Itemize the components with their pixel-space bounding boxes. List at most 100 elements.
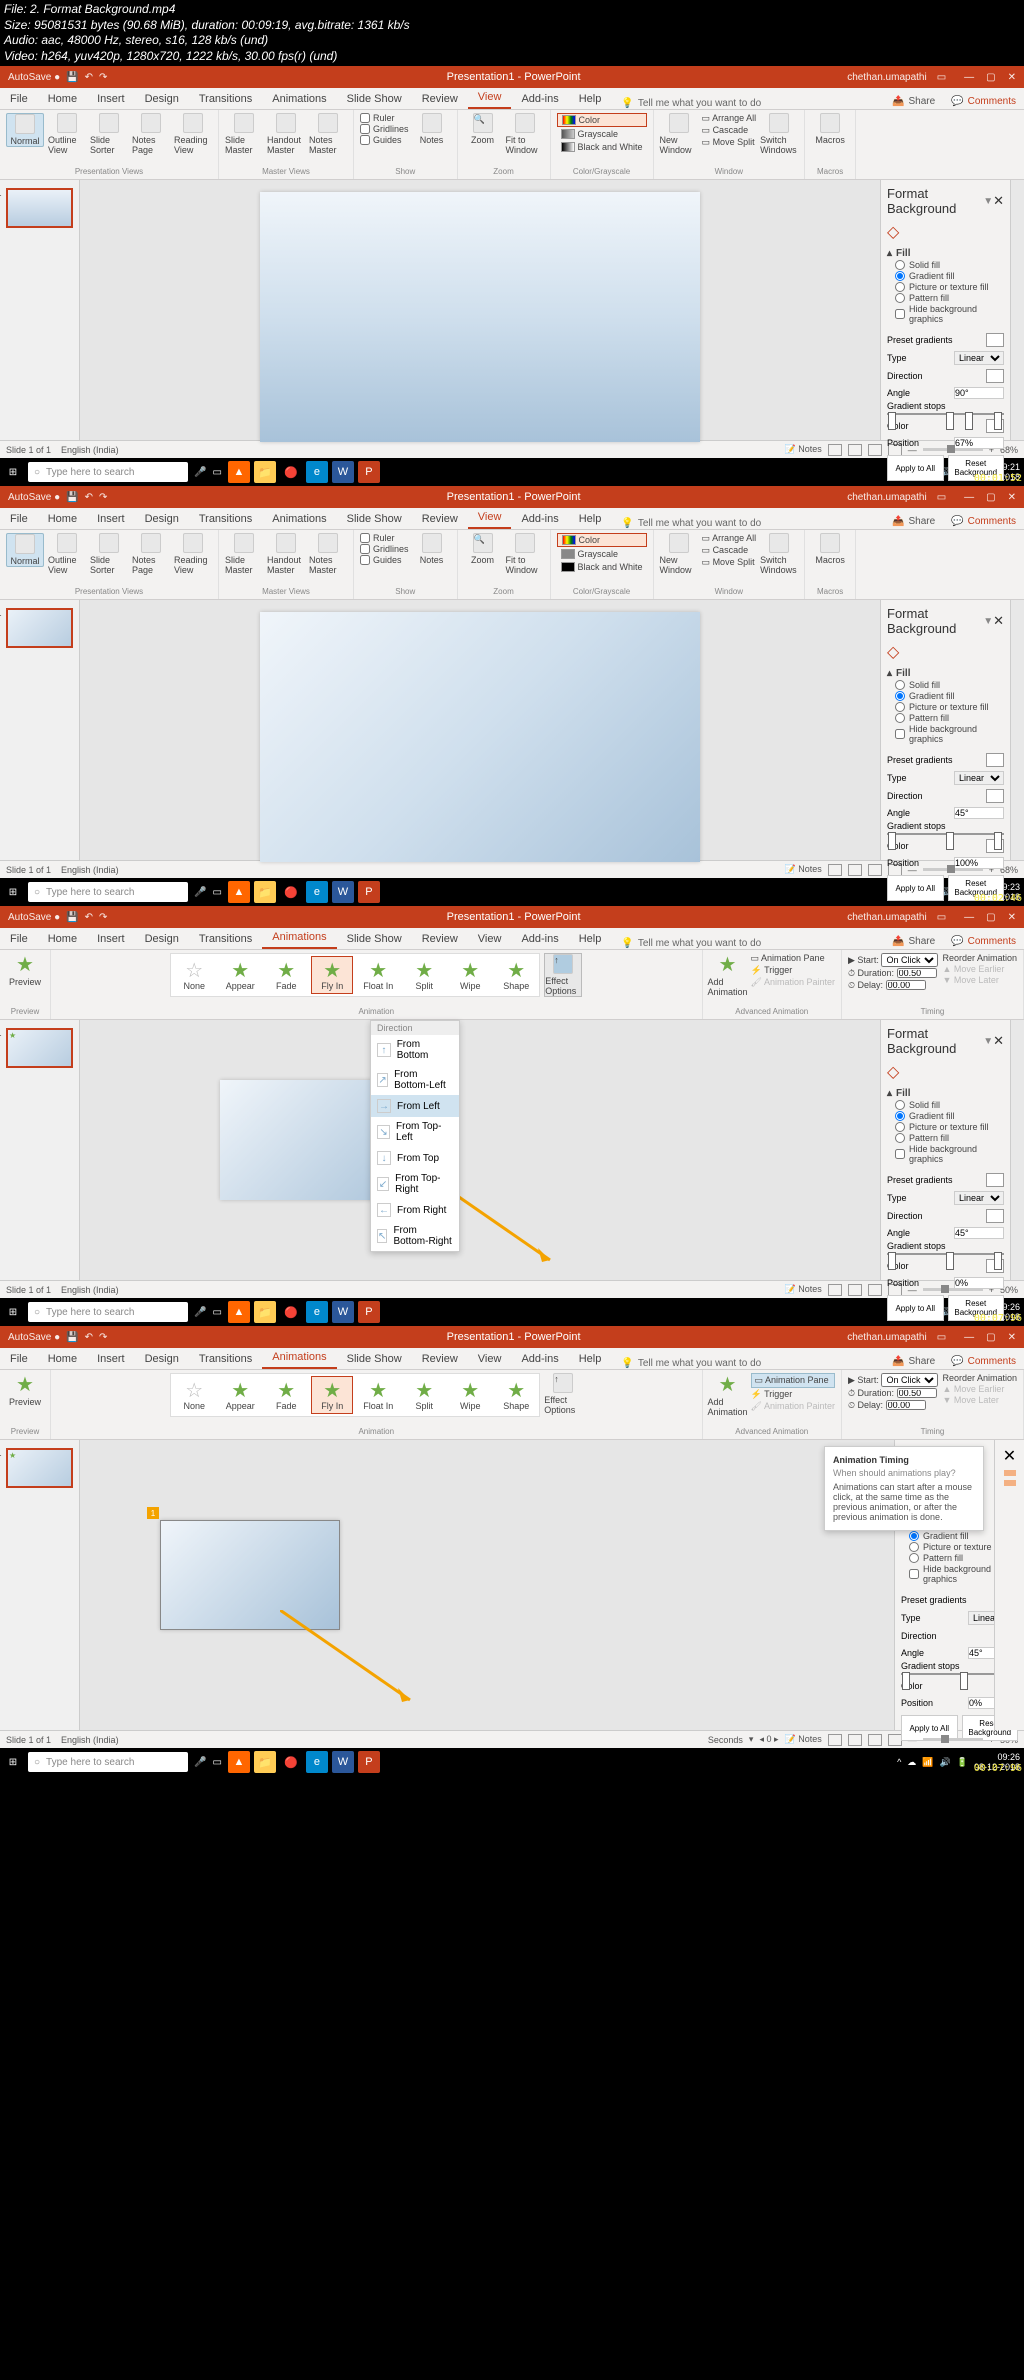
normal-view-icon[interactable]	[828, 1734, 842, 1746]
cortana-icon[interactable]: 🎤	[194, 1757, 206, 1768]
anim-fly-in[interactable]: ★Fly In	[311, 956, 353, 994]
slide-thumbnails-panel[interactable]: 1	[0, 180, 80, 440]
fill-section-header[interactable]: ▴ Fill	[887, 1088, 1004, 1099]
switch-windows-button[interactable]: Switch Windows	[760, 533, 798, 575]
add-animation-button[interactable]: ★Add Animation	[709, 953, 747, 997]
preset-gradients-button[interactable]	[986, 753, 1004, 767]
move-earlier-button[interactable]: ▲ Move Earlier	[942, 964, 1017, 974]
anim-split[interactable]: ★Split	[403, 1377, 445, 1413]
menu-item-from-top[interactable]: ↓From Top	[371, 1147, 459, 1169]
edge-icon[interactable]: e	[306, 1301, 328, 1323]
tab-insert[interactable]: Insert	[87, 509, 135, 529]
notes-button[interactable]: Notes	[413, 533, 451, 565]
edge-icon[interactable]: e	[306, 1751, 328, 1773]
zoom-button[interactable]: 🔍Zoom	[464, 533, 502, 565]
taskbar-search[interactable]: ○ Type here to search	[28, 882, 188, 902]
tab-transitions[interactable]: Transitions	[189, 929, 262, 949]
share-button[interactable]: 📤 Share	[884, 94, 943, 109]
close-button[interactable]: ✕	[1008, 492, 1016, 503]
tab-animations[interactable]: Animations	[262, 927, 336, 949]
tab-home[interactable]: Home	[38, 509, 87, 529]
angle-input[interactable]	[954, 387, 1004, 399]
menu-item-from-bottom-right[interactable]: ↖From Bottom-Right	[371, 1221, 459, 1251]
anim-float-in[interactable]: ★Float In	[357, 1377, 399, 1413]
redo-icon[interactable]: ↷	[99, 492, 107, 503]
zoom-button[interactable]: 🔍Zoom	[464, 113, 502, 145]
cascade-button[interactable]: ▭ Cascade	[702, 125, 757, 136]
animation-pane-button[interactable]: ▭ Animation Pane	[751, 1373, 835, 1388]
redo-icon[interactable]: ↷	[99, 72, 107, 83]
slide-thumbnail-1[interactable]: ★	[6, 1028, 73, 1068]
save-icon[interactable]: 💾	[66, 912, 78, 923]
normal-view-button[interactable]: Normal	[6, 533, 44, 567]
cortana-icon[interactable]: 🎤	[194, 467, 206, 478]
slide-counter[interactable]: Slide 1 of 1	[6, 1285, 51, 1295]
move-later-button[interactable]: ▼ Move Later	[942, 975, 1017, 985]
solid-fill-radio[interactable]: Solid fill	[895, 680, 1004, 690]
move-split-button[interactable]: ▭ Move Split	[702, 137, 757, 148]
picture-fill-radio[interactable]: Picture or texture fill	[895, 1122, 1004, 1132]
pattern-fill-radio[interactable]: Pattern fill	[895, 1133, 1004, 1143]
comments-button[interactable]: 💬 Comments	[943, 514, 1024, 529]
start-button[interactable]: ⊞	[4, 883, 22, 901]
outline-view-button[interactable]: Outline View	[48, 533, 86, 575]
tab-transitions[interactable]: Transitions	[189, 1349, 262, 1369]
direction-button[interactable]	[986, 1209, 1004, 1223]
new-window-button[interactable]: New Window	[660, 113, 698, 155]
trigger-button[interactable]: ⚡ Trigger	[751, 1389, 835, 1400]
normal-view-button[interactable]: Normal	[6, 113, 44, 147]
gradient-fill-radio[interactable]: Gradient fill	[895, 271, 1004, 281]
close-button[interactable]: ✕	[1008, 72, 1016, 83]
chrome-icon[interactable]: 🔴	[280, 1751, 302, 1773]
switch-windows-button[interactable]: Switch Windows	[760, 113, 798, 155]
slide-canvas[interactable]	[80, 180, 880, 440]
hide-graphics-checkbox[interactable]: Hide background graphics	[895, 724, 1004, 744]
tab-file[interactable]: File	[0, 929, 38, 949]
powerpoint-icon[interactable]: P	[358, 461, 380, 483]
notes-toggle[interactable]: 📝 Notes	[784, 444, 821, 455]
macros-button[interactable]: Macros	[811, 113, 849, 145]
tab-view[interactable]: View	[468, 87, 512, 109]
tab-insert[interactable]: Insert	[87, 929, 135, 949]
tab-design[interactable]: Design	[135, 1349, 189, 1369]
fill-section-header[interactable]: ▴ Fill	[887, 248, 1004, 259]
normal-view-icon[interactable]	[828, 444, 842, 456]
color-mode-button[interactable]: Color	[557, 533, 647, 547]
username[interactable]: chethan.umapathi	[847, 72, 927, 83]
hide-graphics-checkbox[interactable]: Hide background graphics	[895, 1144, 1004, 1164]
tab-home[interactable]: Home	[38, 929, 87, 949]
minimize-button[interactable]: —	[964, 1332, 974, 1343]
undo-icon[interactable]: ↶	[85, 912, 93, 923]
slide-master-button[interactable]: Slide Master	[225, 113, 263, 155]
sorter-view-icon[interactable]	[848, 1284, 862, 1296]
task-view-icon[interactable]: ▭	[212, 887, 221, 898]
task-view-icon[interactable]: ▭	[212, 1307, 221, 1318]
vlc-icon[interactable]: ▲	[228, 881, 250, 903]
slide-1[interactable]	[260, 612, 700, 862]
gridlines-checkbox[interactable]: Gridlines	[360, 124, 409, 134]
tab-review[interactable]: Review	[412, 929, 468, 949]
tab-transitions[interactable]: Transitions	[189, 509, 262, 529]
undo-icon[interactable]: ↶	[85, 1332, 93, 1343]
language-indicator[interactable]: English (India)	[61, 445, 119, 455]
slide-master-button[interactable]: Slide Master	[225, 533, 263, 575]
move-split-button[interactable]: ▭ Move Split	[702, 557, 757, 568]
undo-icon[interactable]: ↶	[85, 492, 93, 503]
language-indicator[interactable]: English (India)	[61, 1735, 119, 1745]
angle-input[interactable]	[954, 1227, 1004, 1239]
slide-counter[interactable]: Slide 1 of 1	[6, 445, 51, 455]
fit-to-window-button[interactable]: Fit to Window	[506, 113, 544, 155]
move-earlier-button[interactable]: ▲ Move Earlier	[942, 1384, 1017, 1394]
cascade-button[interactable]: ▭ Cascade	[702, 545, 757, 556]
anim-fly-in[interactable]: ★Fly In	[311, 1376, 353, 1414]
tab-insert[interactable]: Insert	[87, 89, 135, 109]
picture-fill-radio[interactable]: Picture or texture fill	[895, 702, 1004, 712]
tab-review[interactable]: Review	[412, 509, 468, 529]
tab-help[interactable]: Help	[569, 89, 612, 109]
notes-toggle[interactable]: 📝 Notes	[784, 864, 821, 875]
arrange-all-button[interactable]: ▭ Arrange All	[702, 113, 757, 124]
slide-sorter-button[interactable]: Slide Sorter	[90, 533, 128, 575]
apply-to-all-button[interactable]: Apply to All	[887, 875, 944, 901]
type-select[interactable]: Linear	[954, 1191, 1004, 1205]
slideshow-view-icon[interactable]	[888, 1734, 902, 1746]
